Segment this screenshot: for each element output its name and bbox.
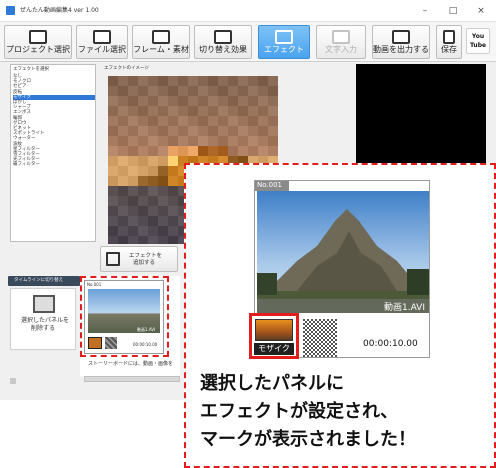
app-icon — [6, 6, 15, 15]
mosaic-effect-thumbnail — [255, 319, 293, 341]
export-video-label: 動画を出力する — [373, 45, 429, 54]
effects-list-panel: エフェクトを選択 なし モノクロ セピア 反転 モザイク ぼかし シャープ エンボス 輪郭 グロウ… — [10, 64, 96, 242]
panel-time: 00:00:10.00 — [363, 339, 418, 349]
maximize-button[interactable]: □ — [442, 4, 464, 18]
text-input-icon — [332, 30, 350, 44]
video-preview-screen — [356, 64, 486, 164]
file-select-label: ファイル選択 — [78, 45, 126, 54]
panel-number-tab: No.001 — [255, 181, 289, 191]
project-icon — [29, 30, 47, 44]
minimize-button[interactable]: – — [414, 4, 436, 18]
message-line-1: 選択したパネルに — [200, 373, 344, 394]
panel-caption-bar: 動画1.AVI — [257, 299, 429, 313]
effect-icon — [275, 30, 293, 44]
effect-label: エフェクト — [264, 45, 304, 54]
add-effect-icon — [106, 252, 120, 266]
panel-number: No.001 — [257, 181, 282, 189]
effect-button[interactable]: エフェクト — [258, 25, 310, 59]
title-bar: ぜんたん動画編集4 ver 1.00 – □ × — [0, 0, 496, 22]
effects-list-header: エフェクトを選択 — [13, 67, 49, 72]
toolbar: プロジェクト選択 ファイル選択 フレーム・素材 切り替え効果 エフェクト 文字入… — [0, 22, 496, 62]
effect-mark-highlight: モザイク — [249, 313, 299, 359]
export-video-button[interactable]: 動画を出力する — [372, 25, 430, 59]
scroll-left-arrow[interactable] — [10, 378, 16, 384]
text-input-label: 文字入力 — [325, 45, 357, 54]
switch-to-timeline-tab[interactable]: タイムラインに切り替え — [8, 276, 80, 286]
message-line-3: マークが表示されました！ — [200, 429, 416, 450]
save-icon — [443, 30, 455, 44]
transition-icon — [214, 30, 232, 44]
youtube-button[interactable]: You Tube — [466, 28, 490, 54]
project-select-label: プロジェクト選択 — [6, 45, 70, 54]
message-line-2: エフェクトが設定され、 — [200, 401, 399, 422]
delete-panel-label-2: 削除する — [31, 325, 56, 332]
transition-button[interactable]: 切り替え効果 — [194, 25, 252, 59]
transition-label: 切り替え効果 — [199, 45, 247, 54]
storyboard-scrollbar[interactable] — [84, 376, 180, 382]
project-select-button[interactable]: プロジェクト選択 — [4, 25, 72, 59]
mosaic-effect-badge: モザイク — [254, 343, 294, 355]
transition-mark — [303, 319, 337, 357]
effect-list-item[interactable]: 霧フィルター — [13, 162, 95, 167]
export-icon — [392, 30, 410, 44]
save-button[interactable]: 保存 — [436, 25, 462, 59]
youtube-icon: You Tube — [470, 33, 487, 49]
add-effect-label-2: 追加する — [133, 260, 156, 266]
save-label: 保存 — [441, 45, 457, 54]
panel-thumbnail — [257, 191, 429, 313]
effects-list: なし モノクロ セピア 反転 モザイク ぼかし シャープ エンボス 輪郭 グロウ ビネット スポットラ… — [13, 74, 95, 168]
frame-material-label: フレーム・素材 — [133, 45, 189, 54]
switch-to-timeline-label: タイムラインに切り替え — [14, 278, 64, 283]
close-button[interactable]: × — [470, 4, 492, 18]
storyboard-panel-zoomed: No.001 動画1.AVI モザイク 00:00:10.00 — [249, 180, 430, 359]
storyboard-hint: ストーリーボードには、動画・画像を — [88, 361, 174, 367]
preview-header: エフェクトのイメージ — [104, 66, 149, 71]
file-select-button[interactable]: ファイル選択 — [76, 25, 128, 59]
text-input-button[interactable]: 文字入力 — [316, 25, 366, 59]
delete-panel-label-1: 選択したパネルを — [21, 317, 70, 324]
frame-material-button[interactable]: フレーム・素材 — [132, 25, 190, 59]
file-icon — [93, 30, 111, 44]
add-effect-button[interactable]: エフェクトを 追加する — [100, 246, 178, 272]
panel-caption: 動画1.AVI — [384, 303, 425, 313]
small-panel-highlight — [80, 276, 169, 357]
window-title: ぜんたん動画編集4 ver 1.00 — [20, 7, 99, 14]
add-effect-label-1: エフェクトを — [129, 253, 163, 259]
delete-panel-icon — [33, 295, 55, 313]
delete-panel-button[interactable]: 選択したパネルを 削除する — [10, 288, 76, 350]
frame-icon — [152, 30, 170, 44]
callout-box: No.001 動画1.AVI モザイク 00:00:10.00 選択したパネルに… — [184, 163, 496, 468]
